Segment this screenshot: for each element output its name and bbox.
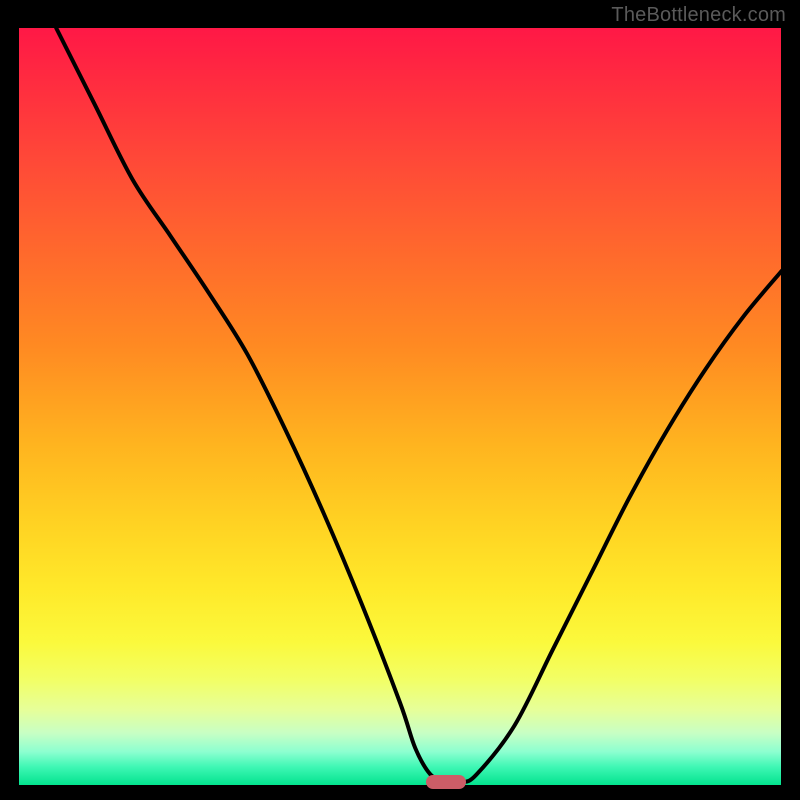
watermark-text: TheBottleneck.com	[611, 4, 786, 27]
curve-svg	[18, 28, 782, 786]
chart-frame: TheBottleneck.com	[0, 0, 800, 800]
bottleneck-curve-path	[56, 28, 782, 783]
optimum-marker	[426, 775, 466, 789]
plot-inner	[18, 28, 782, 786]
plot-area	[18, 28, 782, 786]
